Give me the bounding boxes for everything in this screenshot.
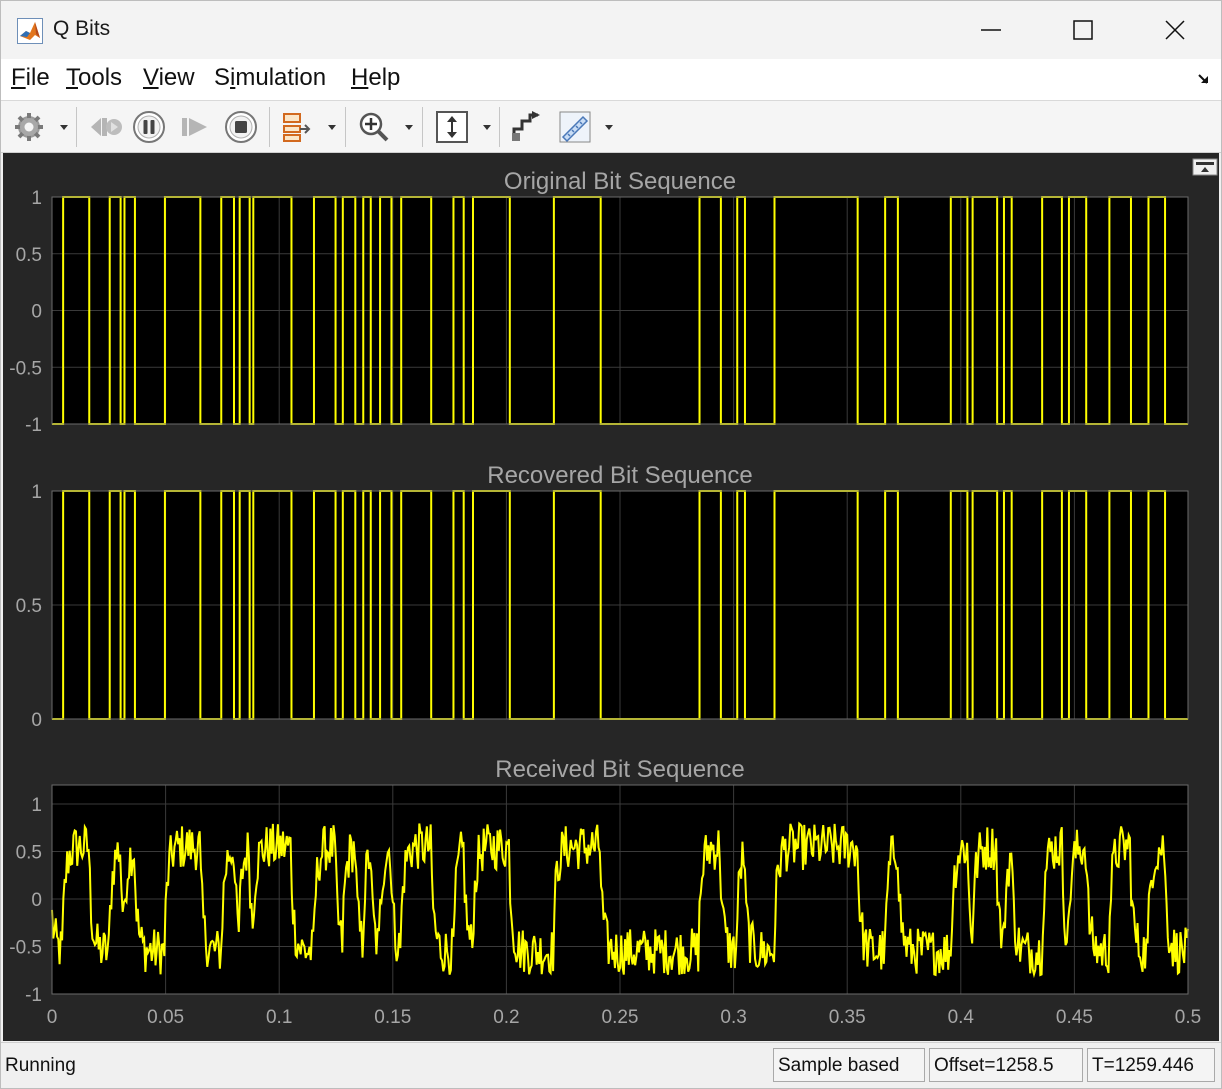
y-tick-label: 1 <box>31 482 42 503</box>
undock-arrow-icon[interactable] <box>1197 71 1211 85</box>
y-tick-label: -1 <box>25 985 42 1006</box>
menu-simulation-rest: mulation <box>235 64 327 91</box>
minimize-button[interactable] <box>945 1 1037 59</box>
scope-window: Q Bits File Tools View Simulation Help O… <box>0 0 1222 1089</box>
x-tick-label: 0.15 <box>374 1007 411 1028</box>
y-tick-label: 0 <box>31 302 42 323</box>
settings-gear-icon[interactable] <box>11 109 47 145</box>
menu-simulation[interactable]: Simulation <box>214 64 326 92</box>
matlab-logo-icon <box>17 18 43 44</box>
restore-layout-icon[interactable] <box>1192 158 1218 176</box>
scope-display: Original Bit Sequence 1 0.5 0 -0.5 -1 Recovere… <box>3 153 1219 1041</box>
x-tick-label: 0.5 <box>1175 1007 1201 1028</box>
toolbar-separator <box>345 107 346 147</box>
toolbar-separator <box>269 107 270 147</box>
x-tick-label: 0.4 <box>948 1007 975 1028</box>
x-tick-label: 0.2 <box>493 1007 519 1028</box>
toolbar <box>1 101 1221 153</box>
y-tick-label: 0.5 <box>16 843 42 864</box>
menu-file-mnemonic: F <box>11 64 26 91</box>
x-tick-label: 0.25 <box>602 1007 639 1028</box>
title-bar[interactable]: Q Bits <box>1 1 1221 59</box>
stop-icon[interactable] <box>223 109 259 145</box>
menu-file-rest: ile <box>25 64 50 91</box>
menu-help[interactable]: Help <box>351 64 400 92</box>
scope-axes-2: Recovered Bit Sequence 1 0.5 0 <box>16 462 1189 731</box>
simulation-state: Running <box>5 1055 76 1076</box>
close-icon <box>1165 20 1185 40</box>
plot-title: Original Bit Sequence <box>504 168 736 195</box>
step-forward-icon[interactable] <box>177 109 213 145</box>
menu-bar: File Tools View Simulation Help <box>1 59 1221 101</box>
minimize-icon <box>981 29 1001 31</box>
menu-view-rest: iew <box>158 64 195 91</box>
scale-dropdown-icon[interactable] <box>481 121 493 133</box>
menu-simulation-pre: S <box>214 64 231 91</box>
x-tick-label: 0.45 <box>1056 1007 1093 1028</box>
menu-tools-mnemonic: T <box>66 64 78 91</box>
y-tick-label: 1 <box>31 795 42 816</box>
scope-plots[interactable]: Original Bit Sequence 1 0.5 0 -0.5 -1 Recovere… <box>3 153 1219 1041</box>
y-tick-label: -0.5 <box>9 358 42 379</box>
x-tick-label: 0.35 <box>829 1007 866 1028</box>
pause-icon[interactable] <box>131 109 167 145</box>
y-tick-label: -1 <box>25 415 42 436</box>
zoom-dropdown-icon[interactable] <box>403 121 415 133</box>
offset-box: Offset=1258.5 <box>929 1048 1083 1082</box>
x-tick-label: 0 <box>47 1007 58 1028</box>
menu-help-rest: elp <box>368 64 401 91</box>
settings-dropdown-icon[interactable] <box>58 121 70 133</box>
y-tick-label: 0.5 <box>16 596 42 617</box>
toolbar-separator <box>76 107 77 147</box>
window-title: Q Bits <box>53 17 111 40</box>
y-tick-label: -0.5 <box>9 938 42 959</box>
menu-view[interactable]: View <box>143 64 195 92</box>
sample-mode-box: Sample based <box>773 1048 925 1082</box>
status-bar: Running Sample based Offset=1258.5 T=125… <box>1 1042 1221 1088</box>
highlight-simulink-block-icon[interactable] <box>508 109 544 145</box>
measurements-dropdown-icon[interactable] <box>603 121 615 133</box>
plot-title: Recovered Bit Sequence <box>487 462 753 489</box>
restore-icon-bar <box>1196 162 1214 165</box>
close-button[interactable] <box>1129 1 1221 59</box>
y-tick-label: 0 <box>31 710 42 731</box>
x-tick-label: 0.05 <box>147 1007 184 1028</box>
menu-file[interactable]: File <box>11 64 50 92</box>
menu-tools[interactable]: Tools <box>66 64 122 92</box>
signal-hierarchy-icon[interactable] <box>279 109 315 145</box>
hierarchy-dropdown-icon[interactable] <box>326 121 338 133</box>
maximize-icon <box>1073 20 1093 40</box>
y-tick-label: 0.5 <box>16 245 42 266</box>
menu-tools-rest: ools <box>78 64 123 91</box>
plot-title: Received Bit Sequence <box>495 756 745 783</box>
y-tick-label: 1 <box>31 188 42 209</box>
y-tick-label: 0 <box>31 890 42 911</box>
x-tick-label: 0.3 <box>720 1007 746 1028</box>
x-tick-label: 0.1 <box>266 1007 292 1028</box>
step-back-icon[interactable] <box>87 109 123 145</box>
measurements-ruler-icon[interactable] <box>557 109 593 145</box>
menu-view-mnemonic: V <box>143 64 159 91</box>
toolbar-separator <box>422 107 423 147</box>
maximize-button[interactable] <box>1037 1 1129 59</box>
scale-axes-icon[interactable] <box>434 109 470 145</box>
scope-axes-1: Original Bit Sequence 1 0.5 0 -0.5 -1 <box>9 168 1189 436</box>
menu-help-mnemonic: H <box>351 64 369 91</box>
time-box: T=1259.446 <box>1087 1048 1215 1082</box>
zoom-in-icon[interactable] <box>356 109 392 145</box>
scope-axes-3: Received Bit Sequence10.50-0.5-10 0.05 0.1… <box>9 756 1201 1028</box>
toolbar-separator <box>499 107 500 147</box>
